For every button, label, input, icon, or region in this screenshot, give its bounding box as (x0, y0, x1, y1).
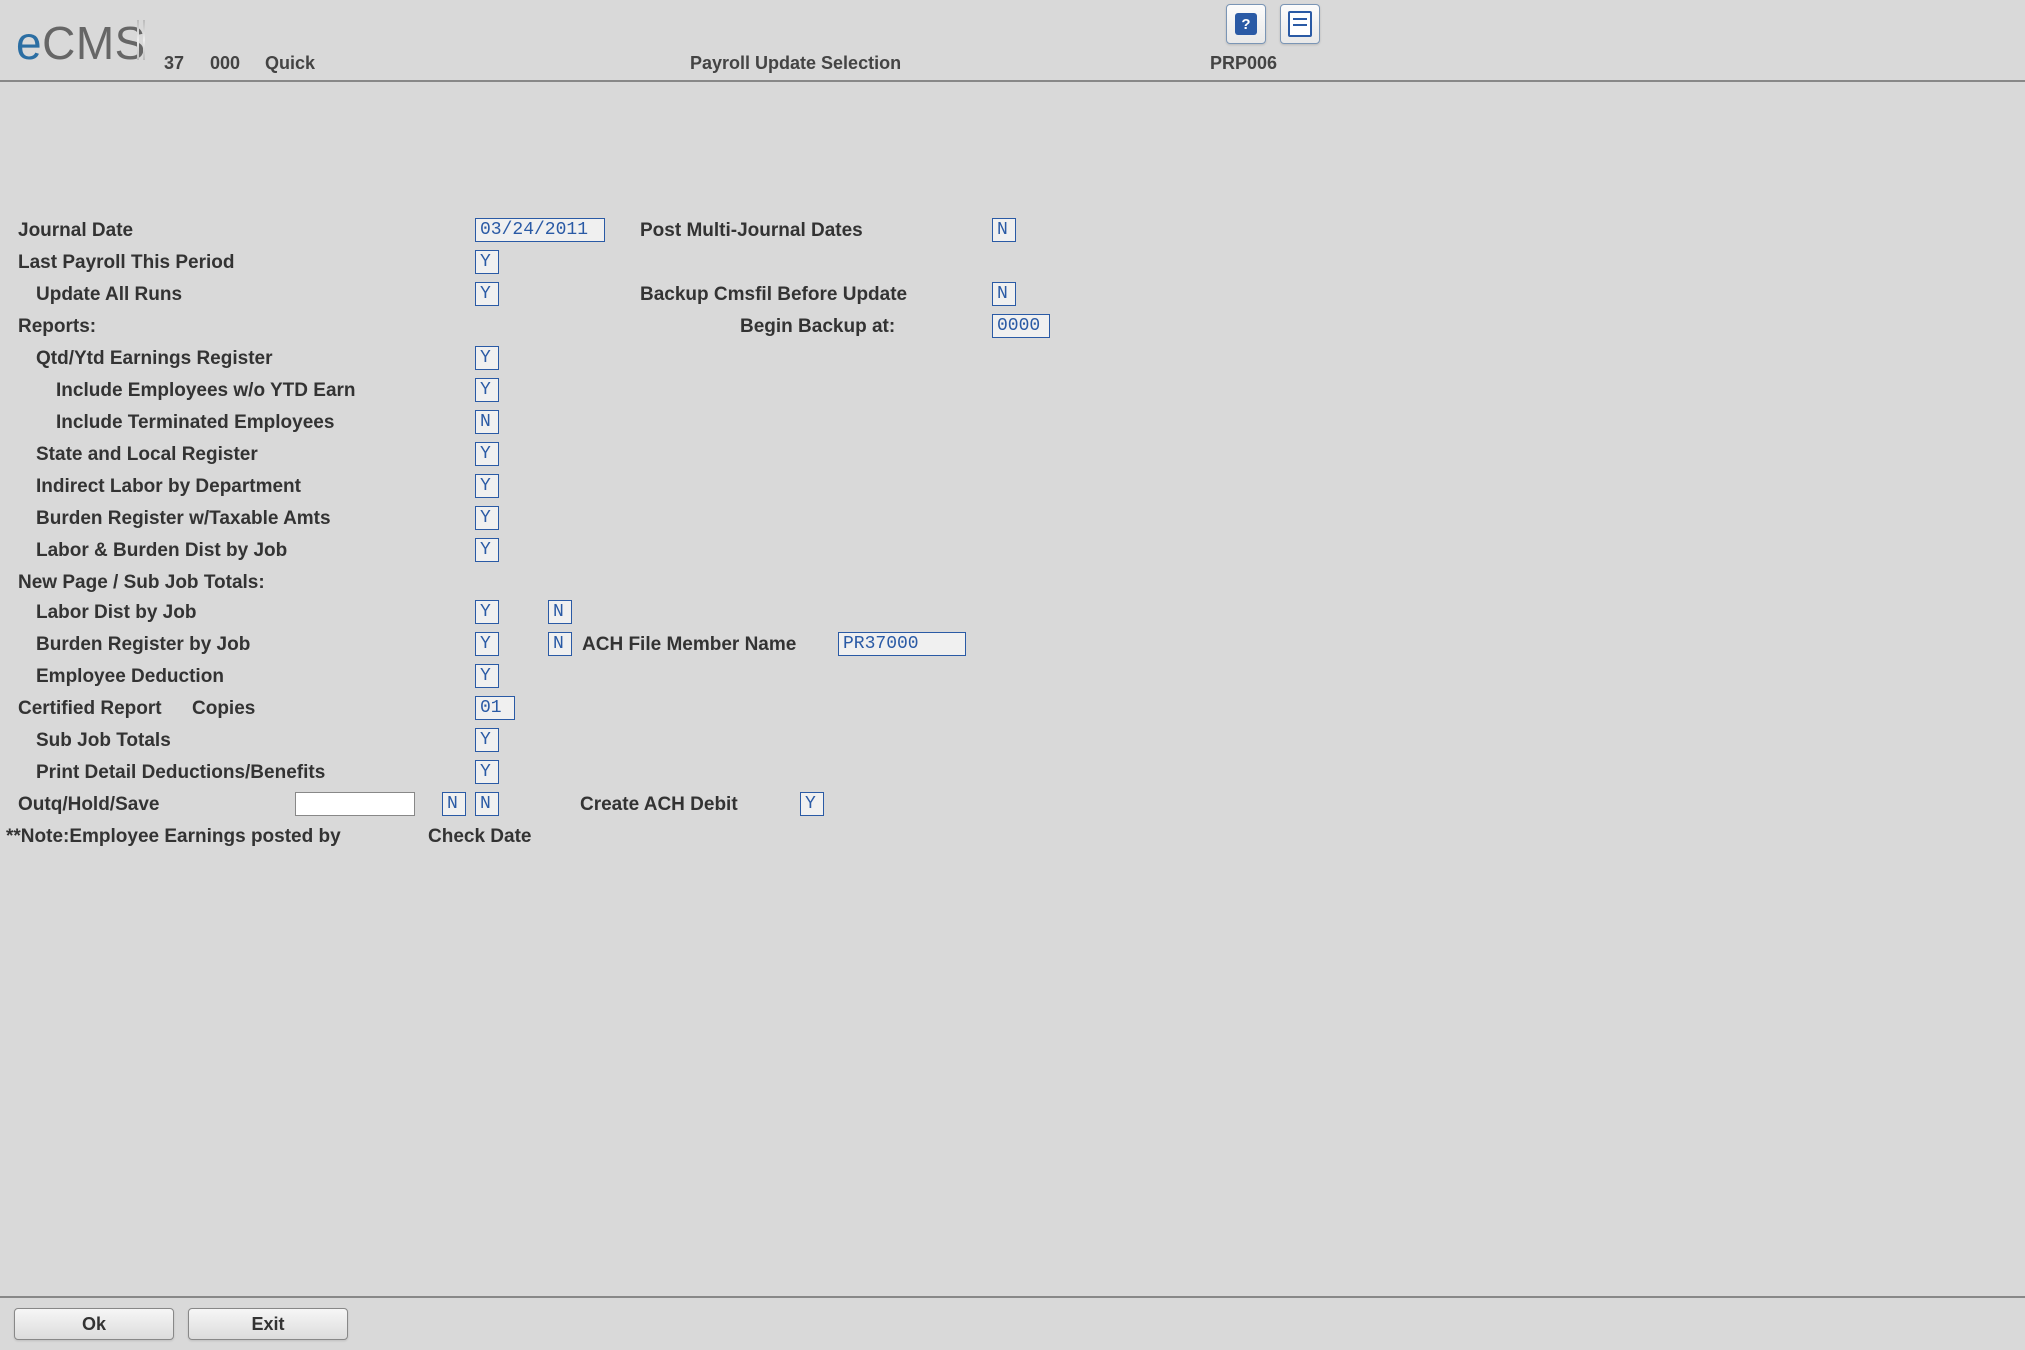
indirect-labor-input[interactable] (475, 474, 499, 498)
backup-before-label: Backup Cmsfil Before Update (640, 284, 907, 306)
ach-file-label: ACH File Member Name (582, 634, 796, 656)
copies-input[interactable] (475, 696, 515, 720)
labor-dist-job-label: Labor Dist by Job (36, 602, 196, 624)
document-button[interactable] (1280, 4, 1320, 44)
program-id: PRP006 (1210, 53, 1277, 74)
burden-tax-input[interactable] (475, 506, 499, 530)
post-multi-label: Post Multi-Journal Dates (640, 220, 863, 242)
journal-date-label: Journal Date (18, 220, 133, 242)
update-all-runs-label: Update All Runs (36, 284, 182, 306)
labor-burden-job-input[interactable] (475, 538, 499, 562)
sub-job-totals-label: Sub Job Totals (36, 730, 171, 752)
footer: Ok Exit (0, 1296, 2025, 1350)
indirect-labor-label: Indirect Labor by Department (36, 476, 301, 498)
print-detail-label: Print Detail Deductions/Benefits (36, 762, 325, 784)
ok-button[interactable]: Ok (14, 1308, 174, 1340)
note-label: **Note:Employee Earnings posted by (6, 826, 341, 848)
outq-hold-input[interactable] (442, 792, 466, 816)
emp-deduction-label: Employee Deduction (36, 666, 224, 688)
ach-file-input[interactable] (838, 632, 966, 656)
header: eCMS 37 000 Quick Payroll Update Selecti… (0, 0, 2025, 82)
help-button[interactable]: ? (1226, 4, 1266, 44)
incl-no-ytd-input[interactable] (475, 378, 499, 402)
incl-no-ytd-label: Include Employees w/o YTD Earn (56, 380, 356, 402)
logo-suffix: CMS (42, 17, 146, 69)
new-page-header: New Page / Sub Job Totals: (18, 572, 265, 594)
state-local-label: State and Local Register (36, 444, 258, 466)
qtd-ytd-label: Qtd/Ytd Earnings Register (36, 348, 272, 370)
exit-button[interactable]: Exit (188, 1308, 348, 1340)
create-ach-input[interactable] (800, 792, 824, 816)
create-ach-label: Create ACH Debit (580, 794, 738, 816)
header-mode: Quick (265, 53, 315, 74)
emp-deduction-input[interactable] (475, 664, 499, 688)
form-area: Journal Date Post Multi-Journal Dates La… (0, 82, 2025, 1300)
post-multi-input[interactable] (992, 218, 1016, 242)
last-payroll-label: Last Payroll This Period (18, 252, 234, 274)
copies-label: Copies (192, 698, 255, 720)
begin-backup-input[interactable] (992, 314, 1050, 338)
cert-report-label: Certified Report (18, 698, 162, 720)
header-code2: 000 (210, 53, 240, 74)
incl-term-label: Include Terminated Employees (56, 412, 334, 434)
app-logo: eCMS (16, 16, 146, 70)
burden-reg-job-input-1[interactable] (475, 632, 499, 656)
burden-tax-label: Burden Register w/Taxable Amts (36, 508, 331, 530)
last-payroll-input[interactable] (475, 250, 499, 274)
burden-reg-job-label: Burden Register by Job (36, 634, 250, 656)
logo-prefix: e (16, 17, 42, 69)
update-all-runs-input[interactable] (475, 282, 499, 306)
document-icon (1288, 11, 1312, 37)
help-icon: ? (1235, 13, 1257, 35)
header-code1: 37 (164, 53, 184, 74)
backup-before-input[interactable] (992, 282, 1016, 306)
outq-input[interactable] (295, 792, 415, 816)
incl-term-input[interactable] (475, 410, 499, 434)
page-title: Payroll Update Selection (690, 53, 901, 74)
reports-header: Reports: (18, 316, 96, 338)
burden-reg-job-input-2[interactable] (548, 632, 572, 656)
note-value: Check Date (428, 826, 532, 848)
separator-icon (137, 20, 145, 60)
begin-backup-label: Begin Backup at: (740, 316, 895, 338)
outq-label: Outq/Hold/Save (18, 794, 159, 816)
sub-job-totals-input[interactable] (475, 728, 499, 752)
qtd-ytd-input[interactable] (475, 346, 499, 370)
labor-dist-job-input-2[interactable] (548, 600, 572, 624)
labor-dist-job-input-1[interactable] (475, 600, 499, 624)
state-local-input[interactable] (475, 442, 499, 466)
journal-date-input[interactable] (475, 218, 605, 242)
outq-save-input[interactable] (475, 792, 499, 816)
print-detail-input[interactable] (475, 760, 499, 784)
labor-burden-job-label: Labor & Burden Dist by Job (36, 540, 287, 562)
